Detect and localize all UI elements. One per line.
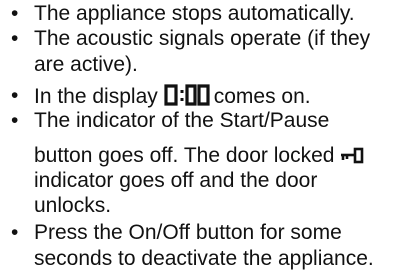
- item-text: The appliance stops automatically.: [34, 2, 355, 25]
- item-text: button goes off. The door locked: [34, 144, 364, 168]
- display-text-before: In the display: [34, 85, 158, 108]
- door-locked-key-icon: [341, 147, 364, 164]
- item-text: indicator goes off and the door: [34, 169, 318, 192]
- item-text: The acoustic signals operate (if they: [34, 27, 371, 50]
- bullet: •: [11, 2, 19, 25]
- item-text: are active).: [34, 53, 138, 76]
- display-text-after: comes on.: [213, 85, 311, 108]
- bullet: •: [11, 109, 19, 132]
- door-text: button goes off. The door locked: [34, 144, 335, 167]
- bullet: •: [11, 84, 19, 107]
- item-text: seconds to deactivate the appliance.: [34, 247, 374, 270]
- bullet: •: [11, 221, 19, 244]
- item-text: The indicator of the Start/Pause: [34, 109, 330, 132]
- item-text: In the display comes on.: [34, 84, 311, 109]
- item-text: Press the On/Off button for some: [34, 221, 342, 244]
- item-text: unlocks.: [34, 194, 112, 217]
- bullet: •: [11, 27, 19, 50]
- seven-segment-display-icon: [164, 84, 210, 106]
